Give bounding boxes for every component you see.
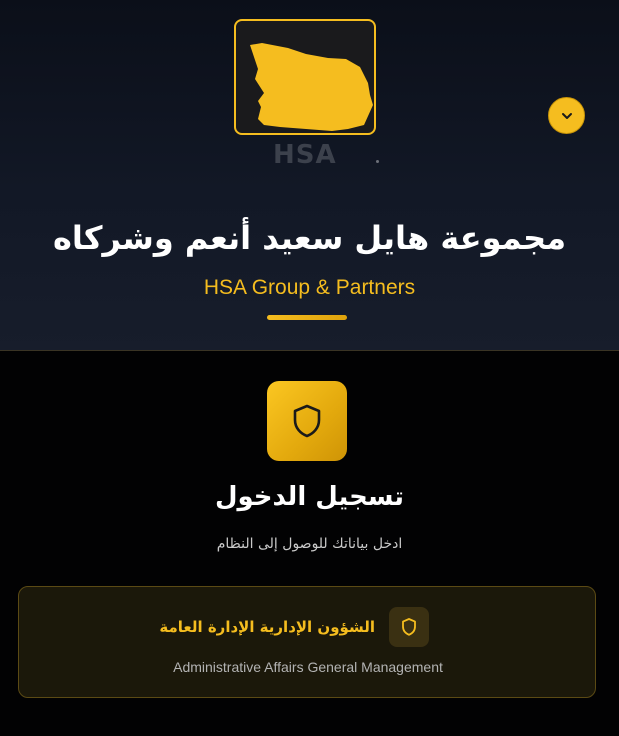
organization-title-english: HSA Group & Partners (203, 276, 416, 299)
chevron-down-icon (561, 112, 572, 119)
shield-icon (402, 618, 416, 636)
expand-toggle-button[interactable] (548, 97, 585, 134)
department-name-arabic: الشؤون الإدارية الإدارة العامة (159, 618, 375, 636)
title-underline-divider (267, 315, 347, 320)
department-card[interactable]: الشؤون الإدارية الإدارة العامة Administr… (18, 586, 596, 698)
logo-map-shape (250, 43, 373, 131)
logo-dot (376, 160, 379, 163)
logo-ghost-text: HSA (273, 140, 337, 170)
department-name-english: Administrative Affairs General Managemen… (173, 659, 443, 675)
login-subtitle: ادخل بياناتك للوصول إلى النظام (216, 536, 403, 552)
department-icon-badge (389, 607, 429, 647)
login-page: HSA مجموعة هايل سعيد أنعم وشركاه HSA Gro… (0, 0, 619, 736)
shield-icon (293, 404, 321, 438)
hsa-logo (234, 19, 376, 135)
login-shield-badge (267, 381, 347, 461)
organization-title-arabic: مجموعة هايل سعيد أنعم وشركاه (53, 219, 566, 257)
header: HSA مجموعة هايل سعيد أنعم وشركاه HSA Gro… (0, 0, 619, 351)
login-title: تسجيل الدخول (214, 482, 405, 512)
